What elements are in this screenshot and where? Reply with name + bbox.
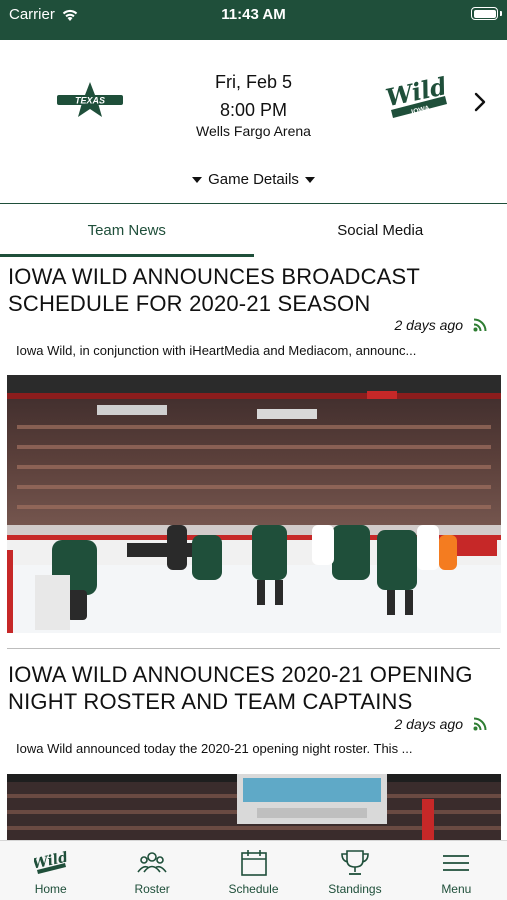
iowa-wild-logo[interactable]: Wild IOWA (385, 70, 451, 128)
chevron-right-icon[interactable] (470, 90, 490, 114)
headline-line: IOWA WILD ANNOUNCES 2020-21 OPENING (8, 662, 473, 687)
nav-standings[interactable]: Standings (304, 841, 405, 900)
arena-scoreboard-photo[interactable] (7, 774, 501, 840)
battery-tip (500, 11, 502, 16)
article-meta: 2 days ago (395, 716, 488, 732)
roster-icon (137, 852, 167, 873)
hamburger-icon (443, 855, 470, 871)
article-age: 2 days ago (394, 716, 464, 732)
headline-line: IOWA WILD ANNOUNCES BROADCAST (8, 264, 421, 289)
news-article[interactable]: IOWA WILD ANNOUNCES BROADCAST SCHEDULE F… (0, 257, 507, 649)
article-headline[interactable]: IOWA WILD ANNOUNCES 2020-21 OPENING NIGH… (8, 661, 498, 715)
article-excerpt: Iowa Wild announced today the 2020-21 op… (16, 741, 413, 756)
nav-menu[interactable]: Menu (406, 841, 507, 900)
wild-logo-icon: Wild (34, 849, 68, 874)
nav-label: Standings (328, 882, 382, 896)
nav-home[interactable]: Wild Home (0, 841, 101, 900)
game-details-label: Game Details (208, 171, 299, 188)
headline-line: SCHEDULE FOR 2020-21 SEASON (8, 291, 371, 316)
tab-label: Social Media (337, 222, 424, 239)
trophy-icon (341, 850, 369, 875)
wild-logo-text: Wild (385, 71, 450, 112)
nav-roster[interactable]: Roster (101, 841, 202, 900)
article-age: 2 days ago (394, 317, 464, 333)
status-bar: Carrier 11:43 AM (0, 0, 507, 40)
tab-social-media[interactable]: Social Media (254, 204, 507, 257)
hockey-faceoff-photo[interactable] (7, 375, 501, 633)
rss-icon (473, 318, 487, 332)
caret-down-icon (304, 176, 315, 183)
nav-label: Schedule (228, 882, 279, 896)
nav-label: Menu (441, 882, 472, 896)
nav-schedule[interactable]: Schedule (203, 841, 304, 900)
nav-label: Roster (134, 882, 170, 896)
game-header: TEXAS Fri, Feb 5 8:00 PM Wells Fargo Are… (0, 40, 507, 203)
news-feed[interactable]: IOWA WILD ANNOUNCES BROADCAST SCHEDULE F… (0, 257, 507, 840)
game-details-toggle[interactable]: Game Details (0, 171, 507, 188)
headline-line: NIGHT ROSTER AND TEAM CAPTAINS (8, 689, 413, 714)
status-time: 11:43 AM (221, 6, 286, 23)
article-headline[interactable]: IOWA WILD ANNOUNCES BROADCAST SCHEDULE F… (8, 263, 498, 317)
battery-icon (471, 7, 498, 20)
rss-icon (473, 717, 487, 731)
tab-team-news[interactable]: Team News (0, 204, 254, 257)
tab-label: Team News (87, 222, 166, 239)
calendar-icon (240, 850, 267, 876)
news-tabs: Team News Social Media (0, 203, 507, 257)
article-meta: 2 days ago (395, 317, 488, 333)
caret-down-icon (192, 176, 203, 183)
bottom-tab-bar: Wild Home Roster Schedule Standings Menu (0, 840, 507, 900)
article-excerpt: Iowa Wild, in conjunction with iHeartMed… (16, 343, 417, 358)
news-article[interactable]: IOWA WILD ANNOUNCES 2020-21 OPENING NIGH… (0, 649, 507, 840)
nav-label: Home (34, 882, 67, 896)
